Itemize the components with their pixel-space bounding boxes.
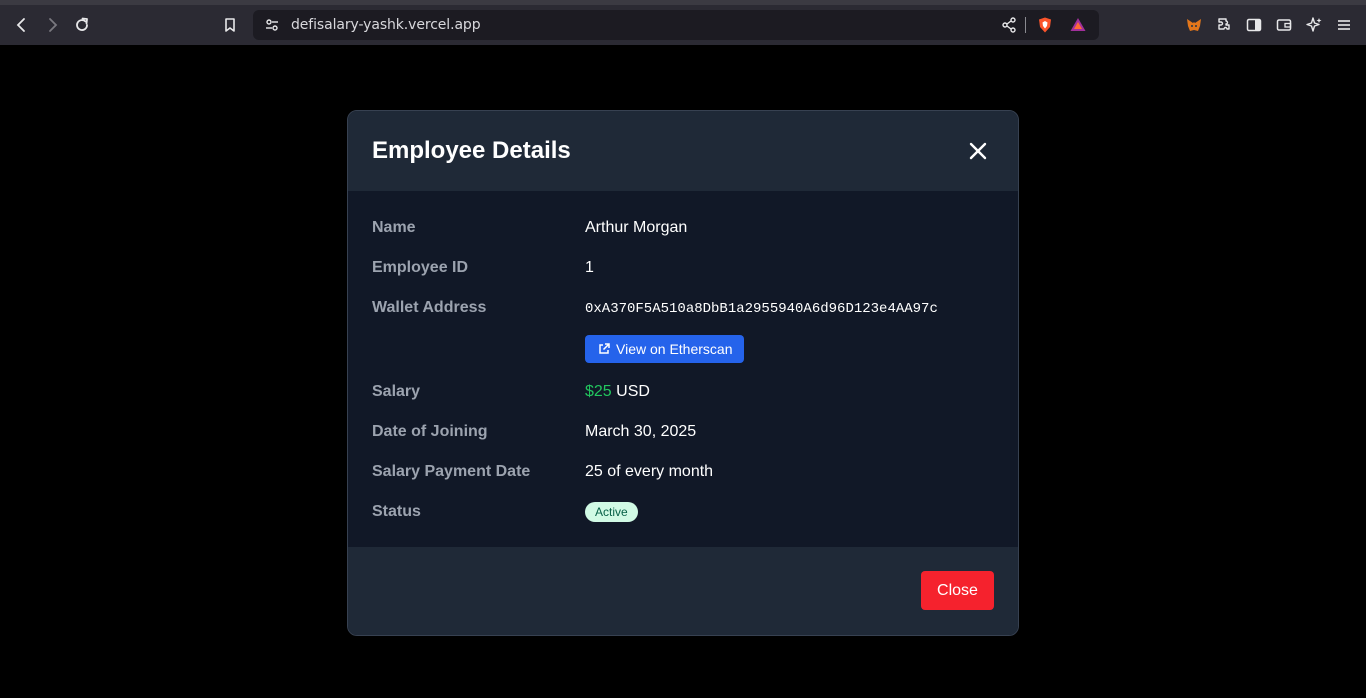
view-on-etherscan-button[interactable]: View on Etherscan bbox=[585, 335, 745, 363]
modal-footer: Close bbox=[348, 547, 1018, 635]
leo-ai-icon[interactable] bbox=[1299, 10, 1329, 40]
etherscan-label: View on Etherscan bbox=[616, 341, 733, 357]
bookmark-icon[interactable] bbox=[215, 10, 245, 40]
back-icon[interactable] bbox=[7, 10, 37, 40]
salary-payment-date-value: 25 of every month bbox=[585, 463, 714, 480]
address-bar[interactable]: defisalary-yashk.vercel.app bbox=[253, 10, 1099, 40]
name-value: Arthur Morgan bbox=[585, 219, 688, 236]
salary-amount: $25 bbox=[585, 383, 612, 400]
salary-label: Salary bbox=[372, 383, 421, 400]
wallet-icon[interactable] bbox=[1269, 10, 1299, 40]
extensions-icon[interactable] bbox=[1209, 10, 1239, 40]
site-settings-icon[interactable] bbox=[257, 10, 287, 40]
status-label: Status bbox=[372, 503, 421, 520]
external-link-icon bbox=[599, 343, 610, 354]
url-text[interactable]: defisalary-yashk.vercel.app bbox=[291, 17, 481, 33]
modal-header: Employee Details bbox=[348, 111, 1018, 191]
date-of-joining-label: Date of Joining bbox=[372, 423, 488, 440]
menu-icon[interactable] bbox=[1329, 10, 1359, 40]
salary-payment-date-label: Salary Payment Date bbox=[372, 463, 531, 480]
date-of-joining-value: March 30, 2025 bbox=[585, 423, 697, 440]
close-icon[interactable] bbox=[968, 141, 988, 161]
name-label: Name bbox=[372, 219, 416, 236]
modal-title: Employee Details bbox=[372, 137, 571, 164]
sidebar-icon[interactable] bbox=[1239, 10, 1269, 40]
wallet-address-label: Wallet Address bbox=[372, 299, 487, 316]
forward-icon[interactable] bbox=[37, 10, 67, 40]
salary-currency: USD bbox=[616, 383, 650, 400]
employee-id-value: 1 bbox=[585, 259, 594, 276]
metamask-icon[interactable] bbox=[1179, 10, 1209, 40]
brave-shield-icon[interactable] bbox=[1030, 10, 1060, 40]
wallet-address-value: 0xA370F5A510a8DbB1a2955940A6d96D123e4AA9… bbox=[585, 301, 938, 317]
status-badge: Active bbox=[585, 502, 638, 522]
share-icon[interactable] bbox=[994, 10, 1024, 40]
modal-body: Name Arthur Morgan Employee ID 1 Wallet … bbox=[348, 191, 1018, 547]
salary-value: $25 USD bbox=[585, 383, 650, 401]
employee-details-modal: Employee Details Name Arthur Morgan Empl… bbox=[347, 110, 1019, 636]
close-button[interactable]: Close bbox=[921, 571, 994, 610]
brave-rewards-icon[interactable] bbox=[1063, 10, 1093, 40]
reload-icon[interactable] bbox=[67, 10, 97, 40]
browser-toolbar: defisalary-yashk.vercel.app bbox=[0, 0, 1366, 45]
employee-id-label: Employee ID bbox=[372, 259, 469, 276]
divider bbox=[1025, 17, 1026, 33]
